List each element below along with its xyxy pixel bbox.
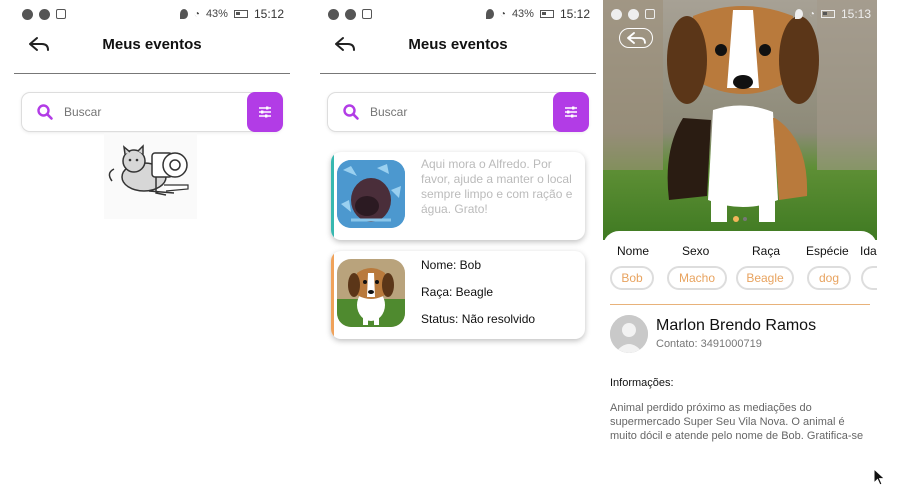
attribute-chip: Macho	[667, 266, 727, 290]
detail-sheet: Nome Sexo Raça Espécie Ida Bob Macho Bea…	[603, 231, 877, 488]
card-accent	[331, 251, 334, 339]
user-icon	[610, 315, 648, 353]
app-bar: Meus eventos	[14, 28, 290, 74]
search-input[interactable]	[64, 105, 214, 119]
app-icon	[628, 8, 639, 20]
back-button[interactable]	[619, 28, 653, 48]
screen-event-detail: ◔ 15:13 Nome Sexo Raça Espécie Ida Bob M…	[603, 0, 877, 488]
sliders-icon	[259, 106, 271, 118]
clock: 15:12	[559, 7, 590, 21]
back-arrow-icon	[627, 32, 646, 44]
search-icon	[343, 104, 359, 120]
event-photo	[337, 160, 405, 228]
event-description: Aqui mora o Alfredo. Por favor, ajude a …	[421, 157, 573, 216]
sliders-icon	[565, 106, 577, 118]
clock: 15:12	[253, 7, 284, 21]
wifi-icon: ◔	[499, 8, 506, 20]
owner-name: Marlon Brendo Ramos	[656, 317, 817, 334]
location-icon	[794, 9, 803, 19]
attribute-chip: Beagle	[736, 266, 794, 290]
location-icon	[179, 9, 188, 19]
settings-icon	[328, 8, 339, 20]
attribute-labels: Nome Sexo Raça Espécie Ida	[617, 244, 877, 260]
battery-icon	[539, 10, 554, 18]
search-bar	[327, 92, 589, 132]
empty-state-illustration	[104, 133, 197, 219]
mouse-cursor-icon	[873, 468, 886, 486]
search-icon	[37, 104, 53, 120]
page-title: Meus eventos	[102, 36, 202, 53]
attribute-values: Bob Macho Beagle dog	[610, 266, 877, 294]
event-status: Status: Não resolvido	[421, 312, 536, 326]
divider	[610, 304, 870, 305]
app-icon	[39, 8, 50, 20]
status-bar: ◔ 43% 15:12	[14, 4, 290, 24]
pet-breed: Raça: Beagle	[421, 285, 494, 299]
screen-my-events-list: ◔ 43% 15:12 Meus eventos Buscar Aqui mor…	[320, 0, 596, 488]
search-input[interactable]	[370, 105, 520, 119]
info-title: Informações:	[610, 377, 674, 389]
wifi-icon: ◔	[808, 8, 815, 20]
carousel-dot-active[interactable]	[733, 216, 739, 222]
event-card[interactable]: Aqui mora o Alfredo. Por favor, ajude a …	[331, 152, 585, 240]
pet-name: Nome: Bob	[421, 258, 482, 272]
page-title: Meus eventos	[408, 36, 508, 53]
app-bar: Meus eventos	[320, 28, 596, 74]
attribute-label: Ida	[860, 244, 877, 258]
battery-icon	[233, 10, 248, 18]
card-accent	[331, 152, 334, 240]
attribute-chip	[861, 266, 877, 290]
carousel-indicator	[733, 216, 747, 222]
attribute-label: Sexo	[682, 244, 710, 258]
location-icon	[485, 9, 494, 19]
status-bar: ◔ 43% 15:12	[320, 4, 596, 24]
info-text: Animal perdido próximo as mediações do s…	[610, 402, 864, 442]
attribute-label: Espécie	[806, 244, 849, 258]
clock: 15:13	[840, 7, 871, 21]
battery-icon	[820, 10, 835, 18]
filter-button[interactable]	[247, 92, 283, 132]
status-bar: ◔ 15:13	[603, 4, 877, 24]
attribute-chip: Bob	[610, 266, 654, 290]
notification-icon	[645, 9, 655, 19]
battery-percent: 43%	[205, 8, 228, 20]
attribute-label: Nome	[617, 244, 650, 258]
screen-my-events-empty: ◔ 43% 15:12 Meus eventos	[14, 0, 290, 488]
dog-photo	[337, 259, 405, 327]
filter-button[interactable]	[553, 92, 589, 132]
attribute-label: Raça	[752, 244, 781, 258]
notification-icon	[362, 9, 372, 19]
owner-contact: Contato: 3491000719	[656, 338, 762, 350]
notification-icon	[56, 9, 66, 19]
wifi-icon: ◔	[193, 8, 200, 20]
battery-percent: 43%	[511, 8, 534, 20]
carousel-dot[interactable]	[743, 217, 747, 221]
event-card[interactable]: Nome: Bob Raça: Beagle Status: Não resol…	[331, 251, 585, 339]
search-bar	[21, 92, 283, 132]
app-icon	[345, 8, 356, 20]
settings-icon	[611, 8, 622, 20]
avatar	[610, 315, 648, 353]
settings-icon	[22, 8, 33, 20]
attribute-chip: dog	[807, 266, 851, 290]
